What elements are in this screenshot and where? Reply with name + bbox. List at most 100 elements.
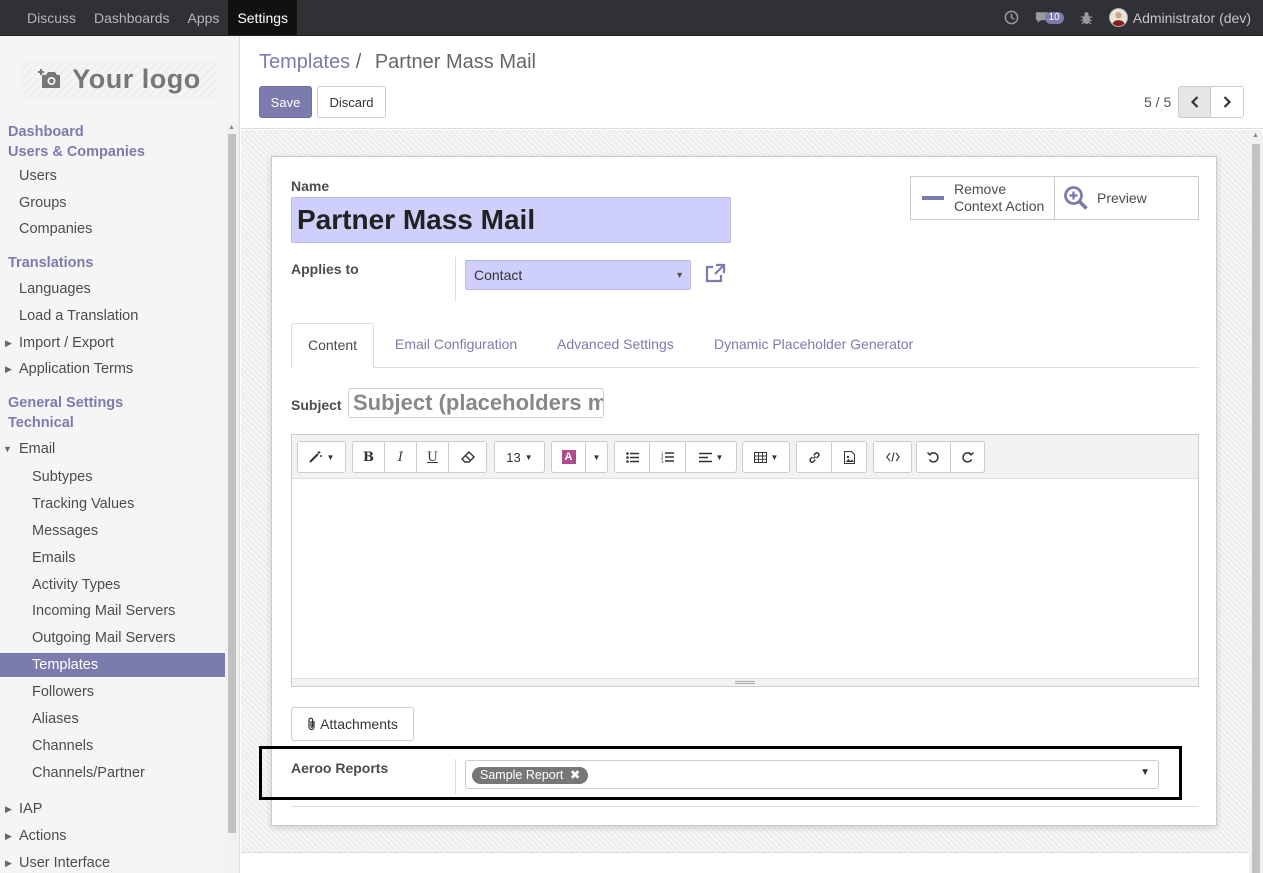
- scroll-up-icon[interactable]: ▲: [228, 124, 235, 131]
- minus-icon: [922, 196, 944, 200]
- chatter-area: [241, 852, 1249, 873]
- font-color-button[interactable]: A: [551, 441, 586, 473]
- paperclip-icon: [308, 717, 315, 731]
- font-size-value: 13: [506, 449, 521, 465]
- menu-apps[interactable]: Apps: [179, 0, 229, 35]
- applies-to-select[interactable]: Contact ▼: [465, 260, 691, 290]
- editor-toolbar: ▼ B I U 13 ▼ A ▼ 1 2 3 ▼ ▼: [292, 435, 1198, 479]
- sidebar-item-channels[interactable]: Channels: [0, 736, 226, 756]
- clock-icon[interactable]: [1004, 10, 1019, 25]
- sidebar-section-translations[interactable]: Translations: [0, 253, 226, 273]
- sidebar-section-general-settings[interactable]: General Settings: [0, 393, 226, 413]
- sidebar-item-email[interactable]: Email: [0, 439, 226, 459]
- sidebar-section-technical[interactable]: Technical: [0, 413, 226, 433]
- sidebar-item-outgoing-mail-servers[interactable]: Outgoing Mail Servers: [0, 628, 226, 648]
- eraser-button[interactable]: [448, 441, 487, 473]
- sidebar-scrollbar[interactable]: ▲: [225, 122, 239, 873]
- pager-previous-button[interactable]: [1178, 86, 1211, 118]
- editor-body[interactable]: [292, 479, 1198, 678]
- sidebar-item-activity-types[interactable]: Activity Types: [0, 575, 226, 595]
- list-ul-icon: [625, 451, 639, 463]
- menu-discuss[interactable]: Discuss: [18, 0, 85, 35]
- menu-dashboards[interactable]: Dashboards: [85, 0, 179, 35]
- unordered-list-button[interactable]: [614, 441, 650, 473]
- content-scrollbar[interactable]: ▲: [1249, 130, 1263, 873]
- attachments-label: Attachments: [320, 716, 398, 732]
- attachments-button[interactable]: Attachments: [291, 707, 414, 741]
- bold-icon: B: [363, 449, 374, 465]
- remove-context-action-label: Remove Context Action: [954, 181, 1044, 215]
- remove-context-action-button[interactable]: Remove Context Action: [910, 176, 1055, 220]
- paragraph-align-dropdown[interactable]: ▼: [685, 441, 737, 473]
- preview-button[interactable]: Preview: [1055, 176, 1199, 220]
- field-separator: [455, 257, 456, 301]
- sidebar-item-followers[interactable]: Followers: [0, 682, 226, 702]
- sidebar-item-companies[interactable]: Companies: [0, 219, 226, 239]
- sidebar-item-import-export[interactable]: Import / Export: [0, 333, 226, 353]
- logo-text: Your logo: [72, 63, 201, 94]
- sidebar-item-user-interface[interactable]: User Interface: [0, 853, 226, 873]
- applies-to-value: Contact: [474, 267, 523, 283]
- sidebar-section-users-companies[interactable]: Users & Companies: [0, 142, 226, 162]
- external-link-icon[interactable]: [704, 263, 726, 286]
- scroll-up-icon[interactable]: ▲: [1252, 132, 1259, 139]
- sidebar-item-messages[interactable]: Messages: [0, 521, 226, 541]
- chevron-left-icon: [1190, 96, 1198, 108]
- sidebar-section-dashboard[interactable]: Dashboard: [0, 122, 226, 142]
- sidebar-item-languages[interactable]: Languages: [0, 279, 226, 299]
- user-menu[interactable]: Administrator (dev): [1108, 8, 1251, 27]
- pager-next-button[interactable]: [1211, 86, 1244, 118]
- redo-button[interactable]: [950, 441, 985, 473]
- underline-button[interactable]: U: [416, 441, 449, 473]
- italic-button[interactable]: I: [384, 441, 417, 473]
- sidebar-item-templates[interactable]: Templates: [0, 653, 226, 677]
- font-size-dropdown[interactable]: 13 ▼: [494, 441, 545, 473]
- tab-dynamic-placeholder-generator[interactable]: Dynamic Placeholder Generator: [698, 323, 929, 368]
- font-color-dropdown[interactable]: ▼: [585, 441, 608, 473]
- bold-button[interactable]: B: [352, 441, 385, 473]
- sidebar-item-users[interactable]: Users: [0, 166, 226, 186]
- sidebar-item-iap[interactable]: IAP: [0, 799, 226, 819]
- sidebar-item-actions[interactable]: Actions: [0, 826, 226, 846]
- image-button[interactable]: [831, 441, 867, 473]
- sidebar-item-groups[interactable]: Groups: [0, 193, 226, 213]
- italic-icon: I: [397, 449, 404, 465]
- caret-down-icon: ▼: [770, 452, 779, 462]
- tab-advanced-settings[interactable]: Advanced Settings: [541, 323, 690, 368]
- sidebar-item-emails[interactable]: Emails: [0, 548, 226, 568]
- sidebar-item-incoming-mail-servers[interactable]: Incoming Mail Servers: [0, 601, 226, 621]
- tab-email-configuration[interactable]: Email Configuration: [379, 323, 533, 368]
- messages-icon[interactable]: 10: [1035, 11, 1064, 24]
- sidebar-item-aliases[interactable]: Aliases: [0, 709, 226, 729]
- editor-resize-handle[interactable]: [292, 678, 1198, 686]
- style-dropdown[interactable]: ▼: [297, 441, 346, 473]
- tab-content[interactable]: Content: [291, 323, 375, 368]
- scrollbar-thumb[interactable]: [228, 134, 236, 833]
- ordered-list-button[interactable]: 123: [649, 441, 686, 473]
- menu-settings[interactable]: Settings: [228, 0, 298, 35]
- subject-label: Subject: [291, 397, 342, 413]
- subject-input[interactable]: Subject (placeholders may be used here): [348, 388, 604, 418]
- sidebar-item-subtypes[interactable]: Subtypes: [0, 467, 226, 487]
- link-icon: [808, 451, 820, 463]
- scrollbar-thumb[interactable]: [1252, 144, 1260, 873]
- breadcrumb-templates[interactable]: Templates: [259, 51, 350, 73]
- form-sheet: Name Partner Mass Mail Remove Context Ac…: [271, 156, 1217, 826]
- company-logo[interactable]: Your logo: [0, 36, 239, 122]
- table-dropdown[interactable]: ▼: [742, 441, 790, 473]
- link-button[interactable]: [796, 441, 832, 473]
- pager-value: 5 / 5: [1144, 94, 1172, 110]
- discard-button[interactable]: Discard: [317, 86, 386, 118]
- html-editor: ▼ B I U 13 ▼ A ▼ 1 2 3 ▼ ▼: [291, 434, 1199, 687]
- undo-button[interactable]: [916, 441, 951, 473]
- save-button[interactable]: Save: [259, 86, 312, 118]
- sidebar-item-load-translation[interactable]: Load a Translation: [0, 306, 226, 326]
- caret-down-icon: ▼: [592, 452, 601, 462]
- name-field[interactable]: Partner Mass Mail: [291, 197, 731, 243]
- highlight-box: [259, 746, 1182, 800]
- sidebar-item-channels-partner[interactable]: Channels/Partner: [0, 763, 226, 783]
- sidebar-item-tracking-values[interactable]: Tracking Values: [0, 494, 226, 514]
- code-view-button[interactable]: [873, 441, 912, 473]
- bug-icon[interactable]: [1080, 11, 1093, 25]
- sidebar-item-application-terms[interactable]: Application Terms: [0, 359, 226, 379]
